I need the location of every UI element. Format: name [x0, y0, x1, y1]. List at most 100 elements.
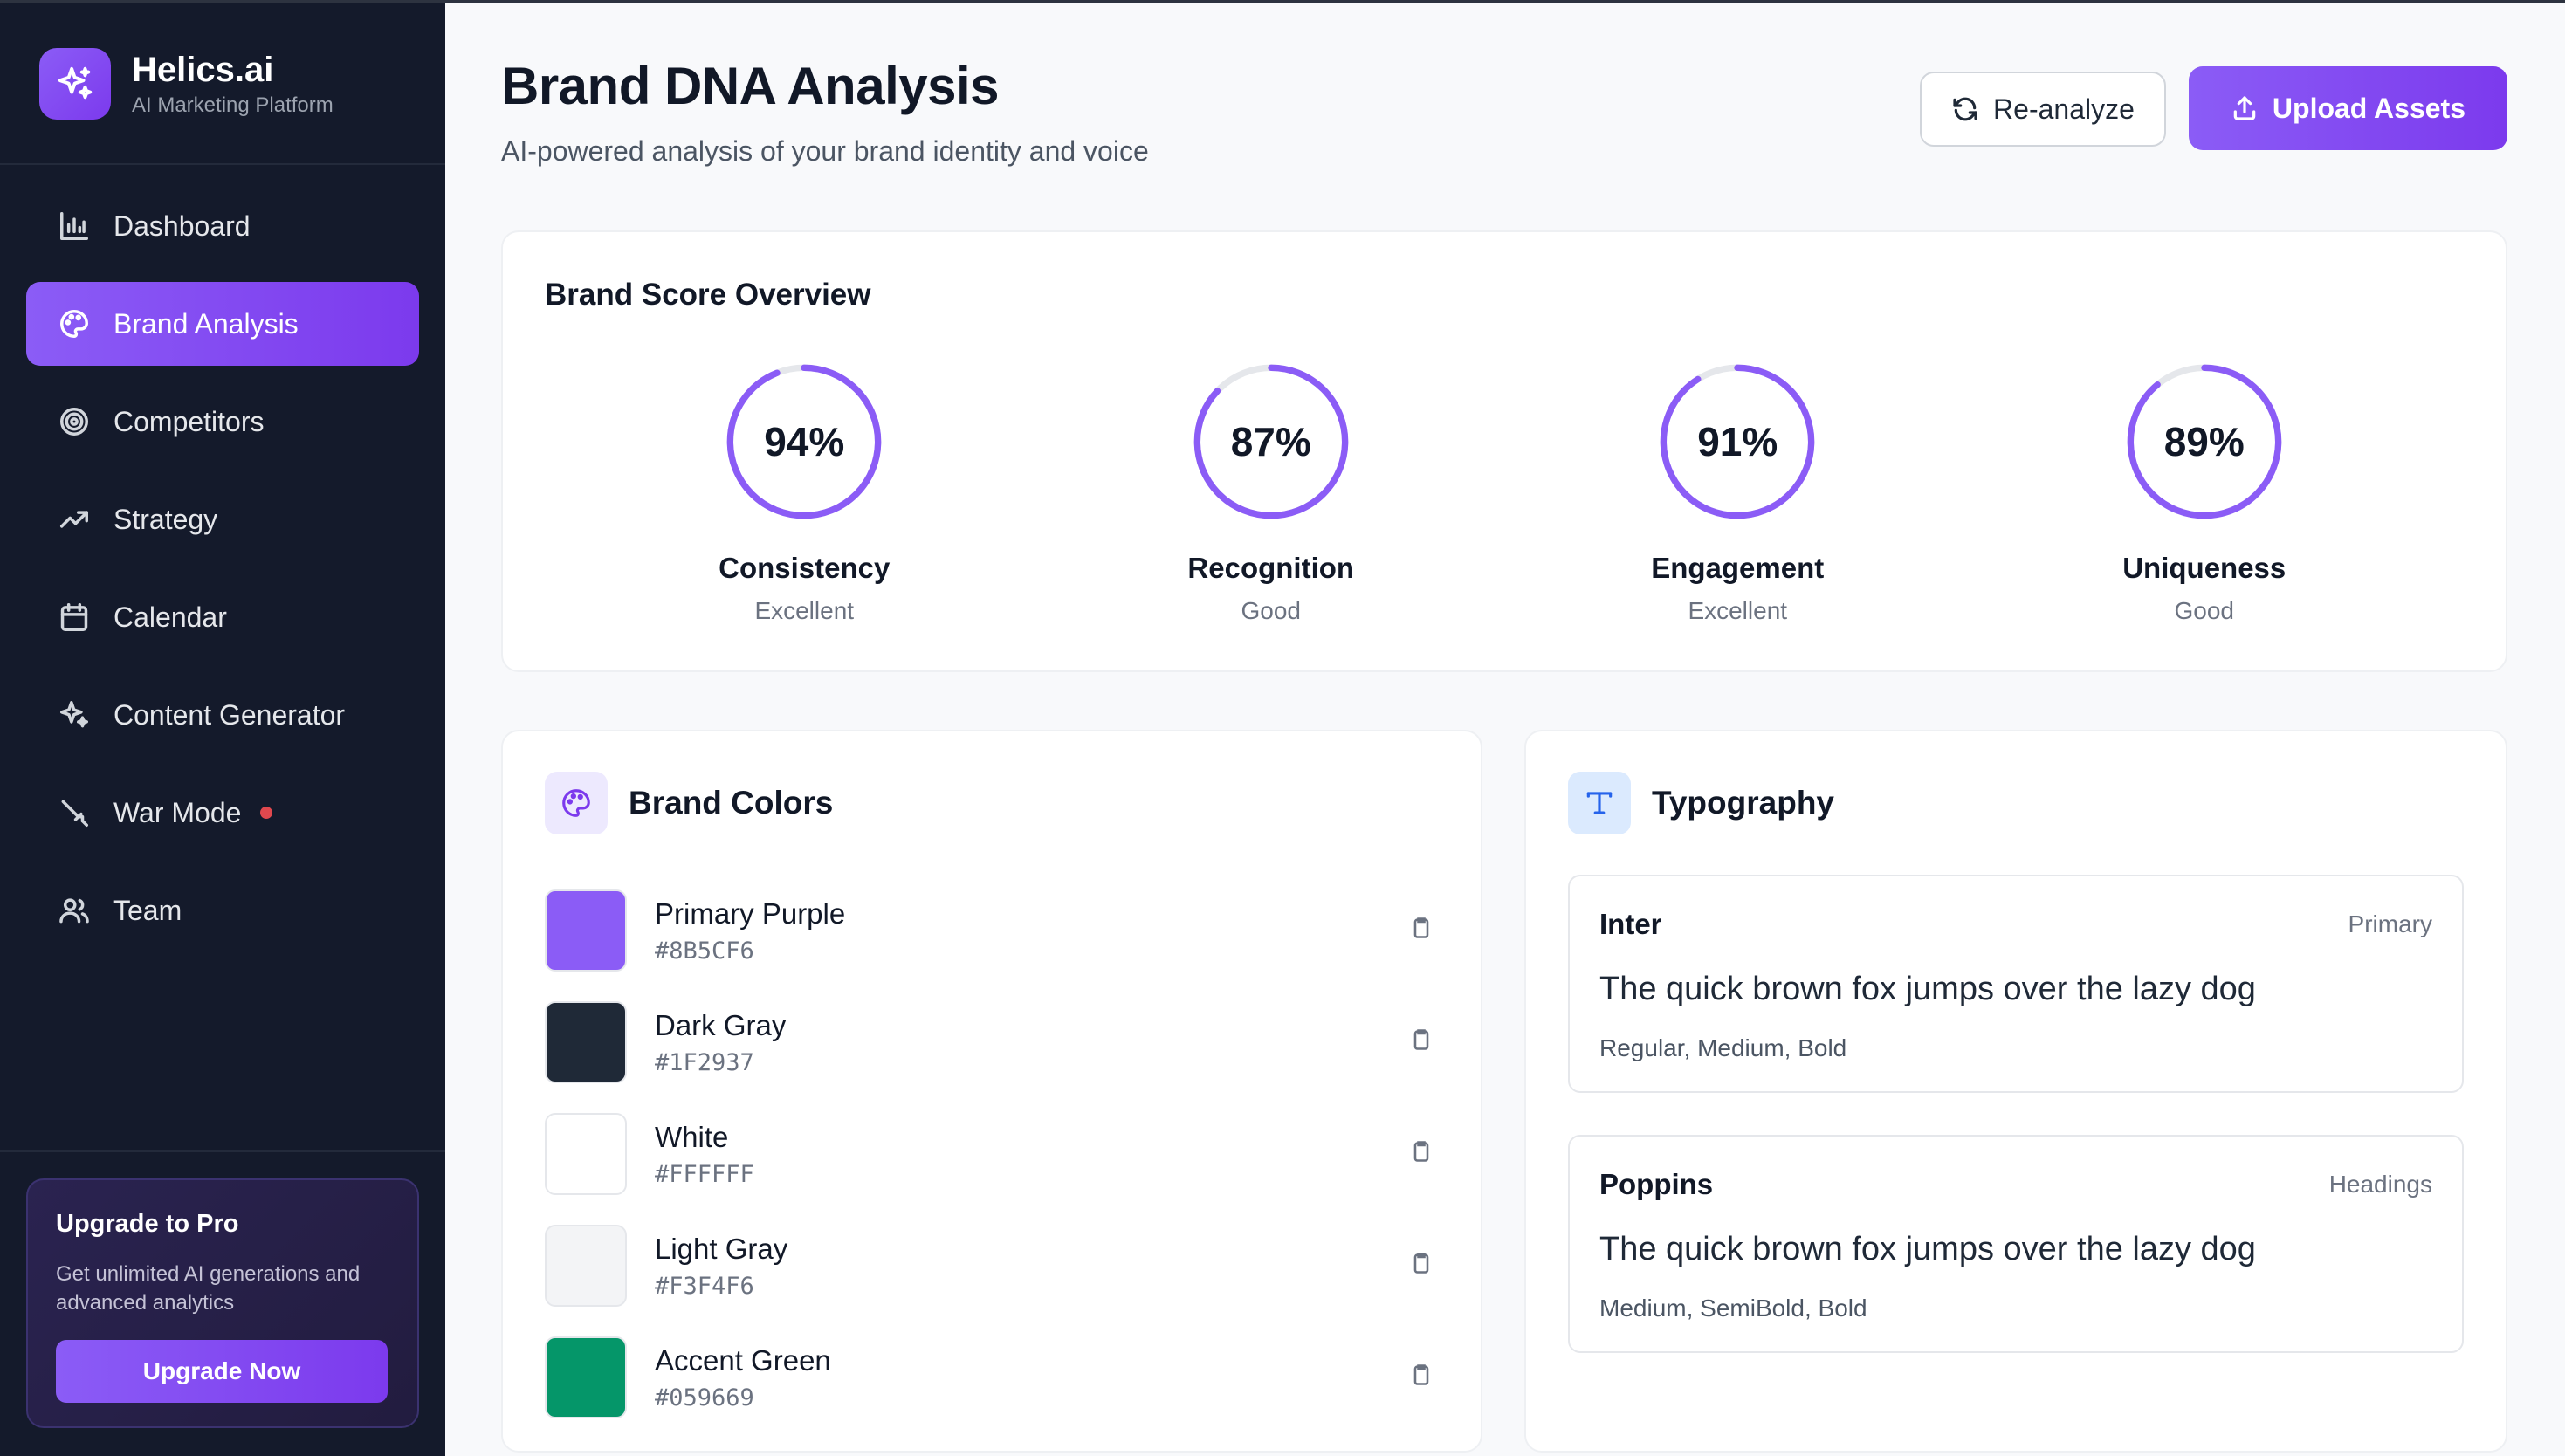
brand-tagline: AI Marketing Platform: [132, 93, 334, 117]
color-swatch: [545, 1336, 627, 1418]
color-swatch: [545, 1225, 627, 1307]
brand-name: Helics.ai: [132, 50, 274, 89]
reanalyze-label: Re-analyze: [1993, 93, 2135, 125]
copy-icon[interactable]: [1409, 916, 1439, 945]
color-hex: #1F2937: [655, 1048, 754, 1076]
font-card-inter[interactable]: Inter Primary The quick brown fox jumps …: [1568, 875, 2464, 1093]
brand-colors-header: Brand Colors: [545, 772, 1439, 834]
brand-colors-title: Brand Colors: [629, 785, 834, 821]
upload-icon: [2233, 96, 2256, 120]
sidebar-item-label: Content Generator: [113, 698, 346, 731]
sidebar-item-dashboard[interactable]: Dashboard: [26, 184, 419, 268]
score-rating: Good: [1241, 597, 1302, 624]
copy-icon[interactable]: [1409, 1363, 1439, 1392]
color-name: White: [655, 1120, 729, 1153]
font-weights: Regular, Medium, Bold: [1599, 1034, 1847, 1061]
score-ring: 87%: [1191, 361, 1351, 522]
color-name: Light Gray: [655, 1232, 788, 1265]
score-engagement: 91% Engagement Excellent: [1606, 361, 1868, 625]
score-value: 87%: [1230, 419, 1311, 464]
sword-icon: [56, 794, 93, 831]
sidebar-item-label: War Mode: [113, 796, 242, 828]
sidebar-item-label: Team: [113, 894, 182, 926]
upgrade-description: Get unlimited AI generations and advance…: [56, 1262, 361, 1315]
color-swatch: [545, 1113, 627, 1195]
font-weights: Medium, SemiBold, Bold: [1599, 1295, 1867, 1322]
copy-icon[interactable]: [1409, 1139, 1439, 1169]
upload-assets-label: Upload Assets: [2272, 92, 2465, 124]
score-ring: 89%: [2124, 361, 2285, 522]
upgrade-section: Upgrade to Pro Get unlimited AI generati…: [0, 1150, 445, 1456]
font-sample: The quick brown fox jumps over the lazy …: [1599, 1231, 2256, 1267]
brand-colors-card: Brand Colors Primary Purple #8B5CF6 Dark…: [501, 730, 1482, 1453]
target-icon: [56, 403, 93, 440]
sidebar-item-label: Dashboard: [113, 209, 251, 242]
score-uniqueness: 89% Uniqueness Good: [2073, 361, 2335, 625]
sidebar: Helics.ai AI Marketing Platform Dashboar…: [0, 3, 445, 1456]
brand-score-overview-card: Brand Score Overview 94% Consistency Exc…: [501, 230, 2507, 672]
font-card-poppins[interactable]: Poppins Headings The quick brown fox jum…: [1568, 1135, 2464, 1353]
score-label: Uniqueness: [2122, 552, 2286, 584]
sparkles-icon: [56, 697, 93, 733]
sidebar-item-team[interactable]: Team: [26, 869, 419, 952]
color-row: Accent Green #059669: [545, 1322, 1439, 1433]
sidebar-item-brand-analysis[interactable]: Brand Analysis: [26, 282, 419, 366]
color-row: White #FFFFFF: [545, 1098, 1439, 1210]
color-name: Dark Gray: [655, 1008, 787, 1041]
notification-dot: [260, 807, 273, 819]
sidebar-item-content-generator[interactable]: Content Generator: [26, 673, 419, 757]
sidebar-item-label: Brand Analysis: [113, 307, 299, 340]
page-header: Brand DNA Analysis AI-powered analysis o…: [501, 3, 2565, 168]
color-hex: #8B5CF6: [655, 937, 754, 965]
sidebar-item-label: Calendar: [113, 601, 227, 633]
trending-up-icon: [56, 501, 93, 538]
bar-chart-icon: [56, 208, 93, 244]
refresh-icon: [1953, 97, 1977, 121]
score-label: Engagement: [1651, 552, 1825, 584]
font-role: Headings: [2328, 1171, 2432, 1198]
upload-assets-button[interactable]: Upload Assets: [2188, 66, 2507, 150]
color-swatch: [545, 1001, 627, 1083]
sidebar-nav: Dashboard Brand Analysis Competitors Str…: [0, 165, 445, 966]
app-root: Helics.ai AI Marketing Platform Dashboar…: [0, 0, 2565, 1456]
color-hex: #059669: [655, 1384, 754, 1411]
score-value: 94%: [764, 419, 845, 464]
color-hex: #FFFFFF: [655, 1160, 754, 1188]
upgrade-now-button[interactable]: Upgrade Now: [56, 1340, 388, 1403]
palette-icon: [56, 306, 93, 342]
font-role: Primary: [2348, 910, 2432, 937]
typography-header: Typography: [1568, 772, 2464, 834]
color-row: Light Gray #F3F4F6: [545, 1210, 1439, 1322]
score-label: Recognition: [1187, 552, 1355, 584]
font-sample: The quick brown fox jumps over the lazy …: [1599, 971, 2256, 1007]
typography-card: Typography Inter Primary The quick brown…: [1524, 730, 2507, 1453]
copy-icon[interactable]: [1409, 1251, 1439, 1281]
sidebar-item-calendar[interactable]: Calendar: [26, 575, 419, 659]
score-overview-title: Brand Score Overview: [545, 278, 871, 312]
score-rating: Excellent: [754, 597, 855, 624]
sparkles-logo-icon: [39, 47, 111, 120]
score-rating: Excellent: [1688, 597, 1788, 624]
color-swatch: [545, 889, 627, 972]
page-title: Brand DNA Analysis: [501, 57, 1000, 115]
score-value: 91%: [1697, 419, 1778, 464]
upgrade-title: Upgrade to Pro: [56, 1210, 239, 1238]
score-recognition: 87% Recognition Good: [1140, 361, 1402, 625]
typography-title: Typography: [1652, 785, 1834, 821]
font-name: Poppins: [1599, 1168, 1714, 1200]
font-name: Inter: [1599, 908, 1662, 940]
brand-header[interactable]: Helics.ai AI Marketing Platform: [0, 3, 445, 165]
score-ring: 91%: [1657, 361, 1818, 522]
score-list: 94% Consistency Excellent 87% Recognitio…: [545, 361, 2464, 625]
users-icon: [56, 892, 93, 929]
copy-icon[interactable]: [1409, 1027, 1439, 1057]
score-label: Consistency: [719, 552, 891, 584]
color-list: Primary Purple #8B5CF6 Dark Gray #1F2937: [545, 875, 1439, 1433]
sidebar-item-competitors[interactable]: Competitors: [26, 380, 419, 464]
sidebar-item-strategy[interactable]: Strategy: [26, 477, 419, 561]
sidebar-item-label: Strategy: [113, 503, 218, 535]
reanalyze-button[interactable]: Re-analyze: [1920, 72, 2166, 147]
score-ring: 94%: [724, 361, 884, 522]
score-value: 89%: [2163, 419, 2245, 464]
sidebar-item-war-mode[interactable]: War Mode: [26, 771, 419, 855]
